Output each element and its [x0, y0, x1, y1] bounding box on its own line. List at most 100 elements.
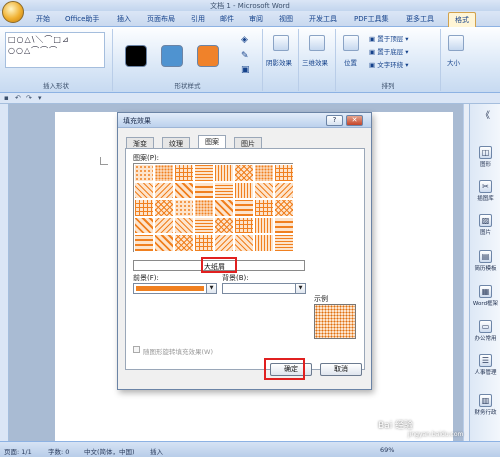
position-icon[interactable]: [343, 35, 359, 51]
pattern-swatch[interactable]: [214, 199, 234, 217]
status-insert-mode[interactable]: 插入: [150, 446, 163, 456]
pattern-swatch[interactable]: [234, 216, 254, 234]
pattern-swatch[interactable]: [274, 216, 294, 234]
style-swatch-blue[interactable]: [161, 45, 183, 67]
fill-color-icon[interactable]: ◈: [241, 35, 248, 45]
office-button[interactable]: [2, 1, 24, 23]
text-wrap-button[interactable]: ▣ 文字环绕 ▾: [369, 59, 409, 69]
cancel-button[interactable]: 取消: [320, 363, 362, 376]
help-button[interactable]: ?: [326, 115, 343, 126]
pattern-swatch[interactable]: [134, 164, 154, 182]
pattern-swatch[interactable]: [234, 164, 254, 182]
pattern-swatch[interactable]: [214, 181, 234, 199]
status-language[interactable]: 中文(简体，中国): [84, 446, 135, 456]
panel-item-office[interactable]: ▭ 办公常用: [470, 320, 500, 342]
pattern-swatch[interactable]: [274, 199, 294, 217]
pattern-swatch[interactable]: [214, 164, 234, 182]
tab-developer[interactable]: 开发工具: [309, 14, 337, 24]
undo-icon[interactable]: ↶: [15, 94, 21, 102]
position-button[interactable]: 位置: [344, 57, 357, 67]
tab-office-assistant[interactable]: Office助手: [65, 14, 99, 24]
collapse-panel-icon[interactable]: 《: [470, 108, 500, 121]
finance-icon: ▥: [479, 394, 492, 407]
panel-item-finance-label: 财务行政: [474, 410, 497, 416]
panel-item-resume[interactable]: ▤ 简历模板: [470, 250, 500, 272]
save-icon[interactable]: ▪: [4, 94, 9, 102]
shapes-gallery[interactable]: □○△\＼⌒□⊿ ○○△⌒⌒⌒: [5, 32, 105, 68]
pattern-swatch[interactable]: [274, 181, 294, 199]
pattern-swatch[interactable]: [214, 234, 234, 252]
size-button[interactable]: 大小: [447, 57, 460, 67]
pattern-swatch[interactable]: [254, 199, 274, 217]
pattern-swatch[interactable]: [174, 181, 194, 199]
tab-pdf-tools[interactable]: PDF工具集: [354, 14, 389, 24]
threed-icon[interactable]: [309, 35, 325, 51]
tab-references[interactable]: 引用: [191, 14, 205, 24]
pattern-swatch[interactable]: [154, 216, 174, 234]
tab-more-tools[interactable]: 更多工具: [406, 14, 434, 24]
ribbon-tabs: 开始 Office助手 插入 页面布局 引用 邮件 审阅 视图 开发工具 PDF…: [0, 11, 500, 27]
pattern-swatch[interactable]: [214, 216, 234, 234]
pattern-swatch[interactable]: [274, 164, 294, 182]
change-shape-icon[interactable]: ▣: [241, 65, 250, 75]
bring-to-front-button[interactable]: ▣ 置于顶层 ▾: [369, 33, 409, 43]
pattern-swatch[interactable]: [134, 199, 154, 217]
panel-item-picture[interactable]: ▨ 图片: [470, 214, 500, 236]
tab-review[interactable]: 审阅: [249, 14, 263, 24]
status-words[interactable]: 字数: 0: [48, 446, 69, 456]
size-icon[interactable]: [448, 35, 464, 51]
tab-view[interactable]: 视图: [279, 14, 293, 24]
send-to-back-button[interactable]: ▣ 置于底层 ▾: [369, 46, 409, 56]
style-swatch-black[interactable]: [125, 45, 147, 67]
pattern-swatch[interactable]: [234, 234, 254, 252]
status-zoom[interactable]: 69%: [380, 446, 394, 454]
status-page[interactable]: 页面: 1/1: [4, 446, 32, 456]
line-color-icon[interactable]: ✎: [241, 51, 249, 61]
pattern-swatch[interactable]: [194, 234, 214, 252]
pattern-swatch[interactable]: [194, 181, 214, 199]
threed-effects-button[interactable]: 三维效果: [302, 57, 328, 67]
panel-item-shapes[interactable]: ◫ 图形: [470, 146, 500, 168]
pattern-swatch[interactable]: [194, 216, 214, 234]
pattern-swatch[interactable]: [194, 164, 214, 182]
pattern-swatch[interactable]: [154, 164, 174, 182]
tab-home[interactable]: 开始: [36, 14, 50, 24]
background-color-select[interactable]: ▼: [222, 283, 306, 294]
foreground-color-select[interactable]: ▼: [133, 283, 217, 294]
pattern-swatch[interactable]: [254, 234, 274, 252]
tab-insert[interactable]: 插入: [117, 14, 131, 24]
pattern-swatch[interactable]: [254, 216, 274, 234]
pattern-swatch[interactable]: [154, 181, 174, 199]
pattern-swatch[interactable]: [234, 199, 254, 217]
pattern-swatch[interactable]: [154, 199, 174, 217]
pattern-swatch[interactable]: [174, 164, 194, 182]
pattern-swatch[interactable]: [174, 234, 194, 252]
pattern-swatch[interactable]: [154, 234, 174, 252]
qat-dropdown-icon[interactable]: ▾: [38, 94, 42, 102]
shadow-icon[interactable]: [273, 35, 289, 51]
tab-format[interactable]: 格式: [448, 12, 476, 27]
tab-mailings[interactable]: 邮件: [220, 14, 234, 24]
pattern-swatch[interactable]: [174, 199, 194, 217]
pattern-swatch[interactable]: [254, 181, 274, 199]
style-swatch-orange[interactable]: [197, 45, 219, 67]
insert-shapes-group: □○△\＼⌒□⊿ ○○△⌒⌒⌒ 插入形状: [0, 29, 113, 91]
panel-item-hr[interactable]: ☰ 人事管理: [470, 354, 500, 376]
close-button[interactable]: ✕: [346, 115, 363, 126]
pattern-swatch[interactable]: [274, 234, 294, 252]
tab-pattern[interactable]: 图案: [198, 135, 226, 149]
pattern-swatch[interactable]: [194, 199, 214, 217]
tab-page-layout[interactable]: 页面布局: [147, 14, 175, 24]
pattern-swatch[interactable]: [234, 181, 254, 199]
panel-item-clipart[interactable]: ✂ 插图库: [470, 180, 500, 202]
pattern-swatch[interactable]: [174, 216, 194, 234]
panel-item-word-frame[interactable]: ▦ Word框架: [470, 285, 500, 307]
panel-item-finance[interactable]: ▥ 财务行政: [470, 394, 500, 416]
redo-icon[interactable]: ↷: [26, 94, 32, 102]
rotate-fill-checkbox[interactable]: [133, 346, 140, 353]
shadow-effects-button[interactable]: 阴影效果: [266, 57, 292, 67]
pattern-swatch[interactable]: [134, 234, 154, 252]
pattern-swatch[interactable]: [254, 164, 274, 182]
pattern-swatch[interactable]: [134, 181, 154, 199]
pattern-swatch[interactable]: [134, 216, 154, 234]
